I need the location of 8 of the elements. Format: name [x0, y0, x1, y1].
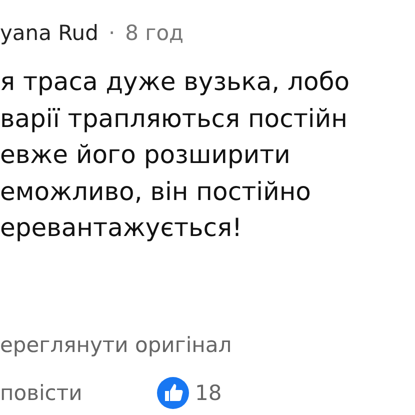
separator-dot: · — [108, 21, 116, 45]
like-count: 18 — [195, 380, 222, 404]
author-name[interactable]: yana Rud — [0, 21, 98, 45]
see-original-link[interactable]: ереглянути оригінал — [0, 332, 232, 356]
reply-link[interactable]: повісти — [0, 380, 82, 404]
comment-time: 8 год — [125, 21, 184, 45]
thumbs-up-icon — [157, 376, 189, 408]
comment-text: я траса дуже вузька, лобо варії трапляються постійн евже його розширити еможливо, він постійно еревантажується! — [0, 66, 351, 244]
